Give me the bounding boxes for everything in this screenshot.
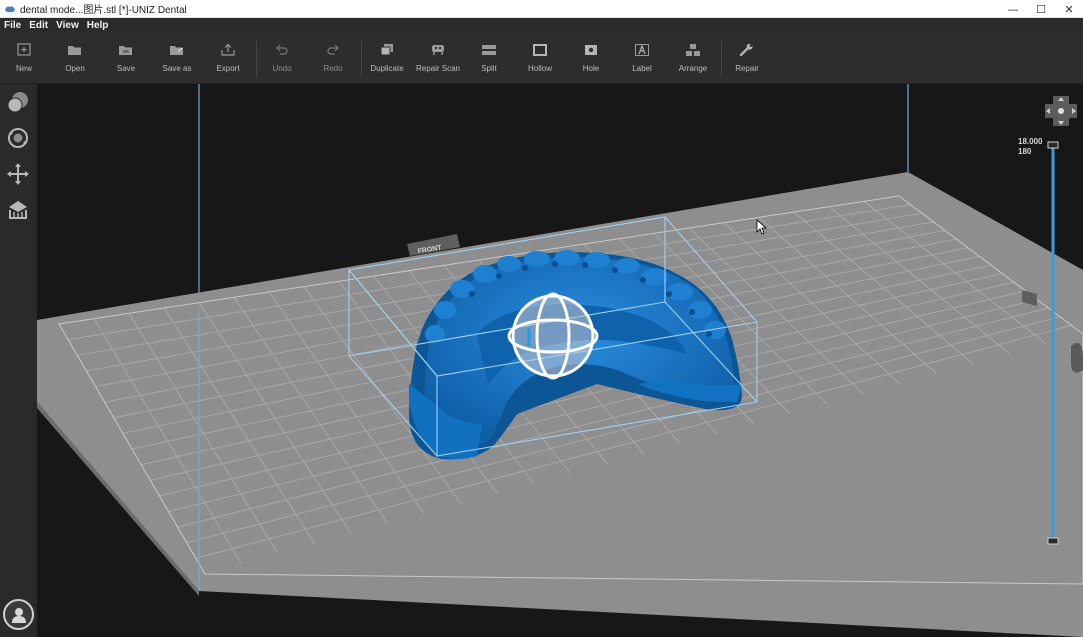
arrange-label: Arrange (678, 64, 708, 73)
export-button[interactable]: Export (200, 33, 256, 83)
wrench-icon (739, 43, 753, 57)
label-button[interactable]: Label (614, 33, 670, 83)
support-icon (9, 201, 27, 219)
build-platform (37, 172, 1083, 637)
close-button[interactable]: ✕ (1055, 0, 1083, 18)
side-marker (1071, 342, 1083, 373)
view-mode-icon (7, 92, 28, 113)
layer-number-value: 180 (1018, 147, 1032, 156)
save-as-icon (170, 46, 183, 55)
folder-open-icon (68, 46, 81, 55)
user-icon (11, 607, 26, 623)
repair-scan-icon (432, 45, 444, 55)
menu-view[interactable]: View (56, 20, 79, 31)
menu-edit[interactable]: Edit (29, 20, 48, 31)
repair-scan-button[interactable]: Repair Scan (410, 33, 466, 83)
repair-scan-label: Repair Scan (415, 64, 461, 73)
hole-button[interactable]: Hole (563, 33, 619, 83)
save-icon (119, 46, 132, 55)
duplicate-label: Duplicate (370, 64, 404, 73)
undo-icon (276, 44, 288, 55)
window-title: dental mode...图片.stl [*]-UNIZ Dental (20, 5, 187, 16)
hole-icon (585, 45, 597, 55)
redo-label: Redo (323, 64, 343, 73)
menu-file[interactable]: File (4, 20, 21, 31)
maximize-button[interactable]: ☐ (1027, 0, 1055, 18)
redo-button[interactable]: Redo (305, 33, 361, 83)
layer-slider-track[interactable] (1051, 146, 1055, 542)
minimize-button[interactable]: — (999, 0, 1027, 18)
view-navigator[interactable] (1045, 96, 1077, 126)
label-icon (635, 44, 649, 56)
export-icon (221, 43, 235, 56)
user-avatar[interactable] (3, 599, 34, 630)
open-label: Open (65, 64, 85, 73)
undo-button[interactable]: Undo (254, 33, 310, 83)
open-button[interactable]: Open (47, 33, 103, 83)
duplicate-icon (380, 44, 393, 56)
label-label: Label (632, 64, 652, 73)
repair-button[interactable]: Repair (719, 33, 775, 83)
menu-help[interactable]: Help (87, 20, 109, 31)
left-tool-panel (0, 84, 37, 637)
rotate-button[interactable] (4, 124, 32, 152)
app-icon (5, 5, 15, 12)
rotate-icon (8, 128, 28, 148)
arrange-button[interactable]: Arrange (665, 33, 721, 83)
layer-slider-bottom-handle[interactable] (1047, 537, 1059, 545)
move-icon (7, 163, 29, 185)
hollow-icon (533, 44, 547, 56)
layer-slider-top-handle[interactable] (1047, 141, 1059, 149)
export-label: Export (216, 64, 240, 73)
hollow-label: Hollow (527, 64, 552, 73)
save-button[interactable]: Save (98, 33, 154, 83)
scene-canvas[interactable]: FRONT (37, 84, 1083, 637)
nav-center-icon[interactable] (1058, 108, 1064, 114)
menu-bar: File Edit View Help (0, 18, 1083, 33)
move-button[interactable] (4, 160, 32, 188)
new-button[interactable]: New (0, 33, 52, 83)
toolbar: New Open Save Save as Export Undo Redo D… (0, 33, 1083, 84)
save-label: Save (116, 64, 136, 73)
new-icon (17, 43, 31, 56)
support-button[interactable] (4, 196, 32, 224)
new-label: New (15, 64, 32, 73)
split-label: Split (481, 64, 497, 73)
split-button[interactable]: Split (461, 33, 517, 83)
3d-viewport[interactable]: FRONT 18.000 180 (37, 84, 1083, 637)
undo-label: Undo (272, 64, 292, 73)
save-as-button[interactable]: Save as (149, 33, 205, 83)
save-as-label: Save as (162, 64, 192, 73)
view-mode-button[interactable] (4, 88, 32, 116)
split-icon (482, 45, 496, 55)
duplicate-button[interactable]: Duplicate (359, 33, 415, 83)
repair-label: Repair (735, 64, 759, 73)
hollow-button[interactable]: Hollow (512, 33, 568, 83)
layer-height-value: 18.000 (1018, 137, 1043, 146)
redo-icon (327, 44, 339, 55)
arrange-icon (686, 44, 700, 56)
title-bar: dental mode...图片.stl [*]-UNIZ Dental — ☐… (0, 0, 1083, 18)
hole-label: Hole (582, 64, 600, 73)
